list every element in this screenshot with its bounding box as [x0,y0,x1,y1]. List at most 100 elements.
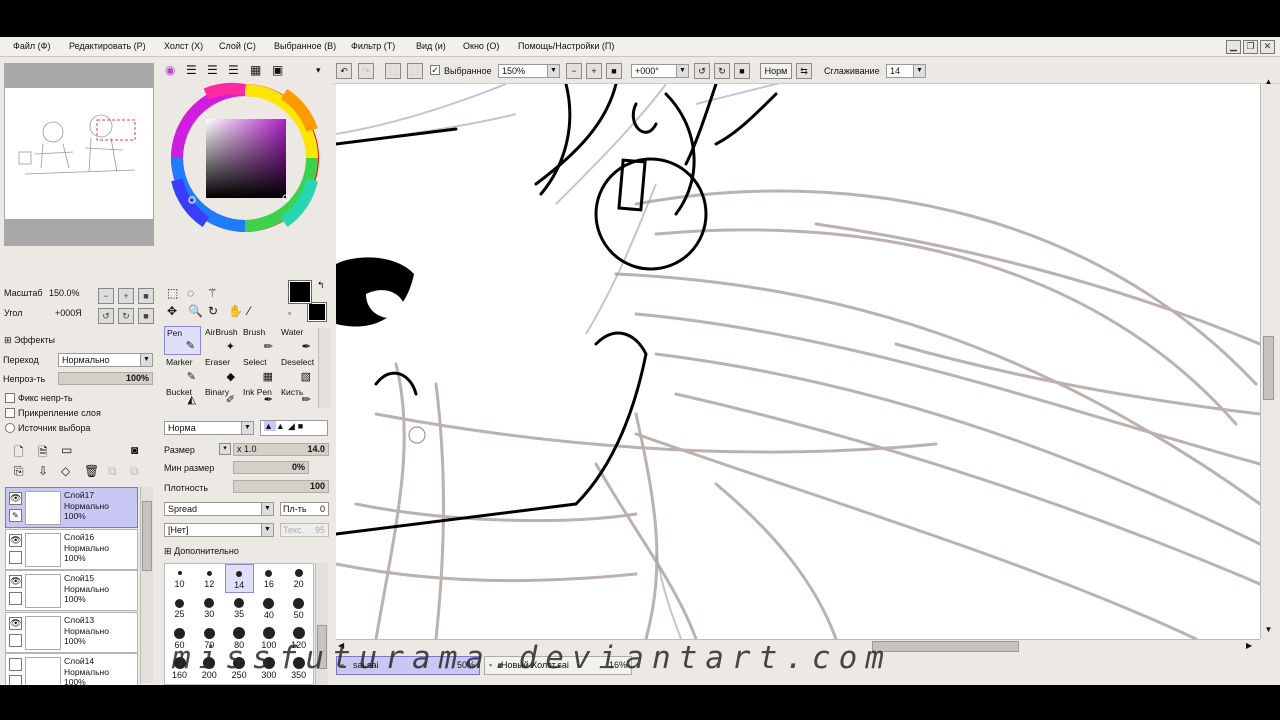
show-selection-checkbox[interactable]: ✓ [430,65,440,75]
menu-canvas[interactable]: Холст (Х) [164,41,203,51]
brush-size-450[interactable]: 450 [195,684,224,685]
tool-select[interactable]: Select ▦ [241,356,278,385]
pen-slot[interactable] [9,551,22,564]
visibility-toggle[interactable] [9,658,22,671]
brush-size-35[interactable]: 35 [225,594,254,623]
deselect-button[interactable]: ⬚ [385,63,401,79]
zoom-reset-button[interactable]: ■ [606,63,622,79]
tool-ink-pen[interactable]: Ink Pen ✒ [241,386,278,408]
menu-selection[interactable]: Выбранное (В) [274,41,336,51]
zoom-select[interactable]: 150% ▼ [498,64,560,78]
menu-help-settings[interactable]: Помощь/Настройки (П) [518,41,614,51]
copy-layer-icon[interactable]: ⎘ [14,464,24,479]
tool-binary[interactable]: Binary ✐ [203,386,240,408]
new-layer-icon[interactable]: 🗋 [14,443,24,464]
scratchpad-tab-icon[interactable]: ▣ [272,63,283,77]
tool-eraser[interactable]: Eraser ◆ [203,356,240,385]
tool-grid-scrollbar[interactable] [318,328,331,408]
eye-icon[interactable]: 👁 [9,575,22,588]
view-mode-button[interactable]: Норм [760,63,792,79]
clear-layer-icon[interactable]: ◇ [61,464,70,478]
minimize-button[interactable]: ▁ [1226,40,1241,54]
delete-layer-icon[interactable]: 🗑 [84,464,99,478]
brush-size-30[interactable]: 30 [195,594,224,623]
secondary-color-swatch[interactable] [307,302,327,322]
spread-select[interactable]: Spread ▼ [164,502,274,516]
size-multiplier-toggle[interactable]: ▾ [219,443,231,455]
rotate-left-button[interactable]: ↺ [98,308,114,324]
eye-icon[interactable]: 👁 [9,534,22,547]
brush-size-20[interactable]: 20 [284,564,313,593]
zoom-icon[interactable]: 🔍 [188,304,203,318]
tool-airbrush[interactable]: AirBrush ✦ [203,326,240,355]
tool-bucket[interactable]: Bucket ◭ [164,386,201,408]
selection-source-radio[interactable] [5,423,15,433]
navigator-panel[interactable] [4,63,154,246]
zoom-out-button[interactable]: − [566,63,582,79]
merge-down-icon[interactable]: ⇩ [38,464,48,478]
blend-mode-select[interactable]: Нормально ▼ [58,353,153,367]
brush-size-400[interactable]: 400 [165,684,194,685]
menu-edit[interactable]: Редактировать (Р) [69,41,146,51]
undo-button[interactable]: ↶ [336,63,352,79]
scroll-right-icon[interactable]: ▶ [1246,641,1258,652]
rotate-left-button[interactable]: ↺ [694,63,710,79]
size-slider[interactable]: x 1.0 14.0 [233,443,329,456]
rotate-right-button[interactable]: ↻ [714,63,730,79]
spread-amount-box[interactable]: Пл-ть 0 [280,502,329,516]
color-wheel[interactable] [166,80,326,236]
attach-layer-checkbox[interactable] [5,408,15,418]
primary-color-swatch[interactable] [288,280,312,304]
rotate-reset-button[interactable]: ■ [138,308,154,324]
mask-icon[interactable]: ◙ [131,443,138,457]
rotate-reset-button[interactable]: ■ [734,63,750,79]
brush-size-500[interactable]: 500 [225,684,254,685]
layer-row[interactable]: 👁 Слой16 Нормально 100% [5,529,138,570]
menu-filter[interactable]: Фильтр (Т) [351,41,395,51]
opacity-slider[interactable]: 100% [58,372,153,385]
brush-size-50[interactable]: 50 [284,594,313,623]
eye-icon[interactable]: 👁 [9,617,22,630]
layers-scroll-thumb[interactable] [142,501,152,571]
mixer-tab-icon[interactable]: ☰ [228,63,239,77]
zoom-out-button[interactable]: − [98,288,114,304]
new-linework-layer-icon[interactable]: 🗎 [38,443,48,464]
pen-slot[interactable] [9,592,22,605]
pen-slot[interactable] [9,675,22,685]
zoom-in-button[interactable]: + [586,63,602,79]
move-icon[interactable]: ✥ [167,304,177,318]
canvas-vertical-scrollbar[interactable]: ▲ ▼ [1260,77,1276,639]
canvas-vscroll-thumb[interactable] [1263,336,1274,400]
scroll-down-icon[interactable]: ▼ [1262,625,1275,637]
tool-brush[interactable]: Brush ✏ [241,326,278,355]
rgb-slider-tab-icon[interactable]: ☰ [186,63,197,77]
zoom-in-button[interactable]: + [118,288,134,304]
new-folder-icon[interactable]: ▭ [61,443,72,457]
brush-size-25[interactable]: 25 [165,594,194,623]
eyedropper-icon[interactable]: ⁄ [248,304,250,318]
drawing-canvas[interactable] [336,84,1260,639]
tool-kist[interactable]: Кисть ✏ [279,386,316,408]
invert-selection-button[interactable]: ⬚ [407,63,423,79]
layer-row[interactable]: 👁 Слой13 Нормально 100% [5,612,138,653]
rotate-right-button[interactable]: ↻ [118,308,134,324]
panel-menu-icon[interactable]: ▾ [316,65,321,76]
layer-row[interactable]: 👁 Слой15 Нормально 100% [5,570,138,611]
brush-size-14[interactable]: 14 [224,564,254,593]
brush-size-40[interactable]: 40 [254,594,283,623]
density-slider[interactable]: 100 [233,480,329,493]
tool-water[interactable]: Water ✒ [279,326,316,355]
restore-button[interactable]: ❐ [1243,40,1258,54]
hsv-slider-tab-icon[interactable]: ☰ [207,63,218,77]
effects-header[interactable]: ⊞ Эффекты [4,335,55,346]
brush-size-12[interactable]: 12 [195,564,224,593]
brush-shape-selector[interactable]: ▲▲◢■ [260,420,328,436]
zoom-reset-button[interactable]: ■ [138,288,154,304]
smoothing-select[interactable]: 14 ▼ [886,64,926,78]
angle-value[interactable]: +000Я [55,308,82,318]
layers-scrollbar[interactable] [140,487,153,683]
brush-size-10[interactable]: 10 [165,564,194,593]
flip-horizontal-button[interactable]: ⇆ [796,63,812,79]
hand-icon[interactable]: ✋ [228,304,243,318]
swap-colors-icon[interactable]: ↰ [317,280,325,291]
